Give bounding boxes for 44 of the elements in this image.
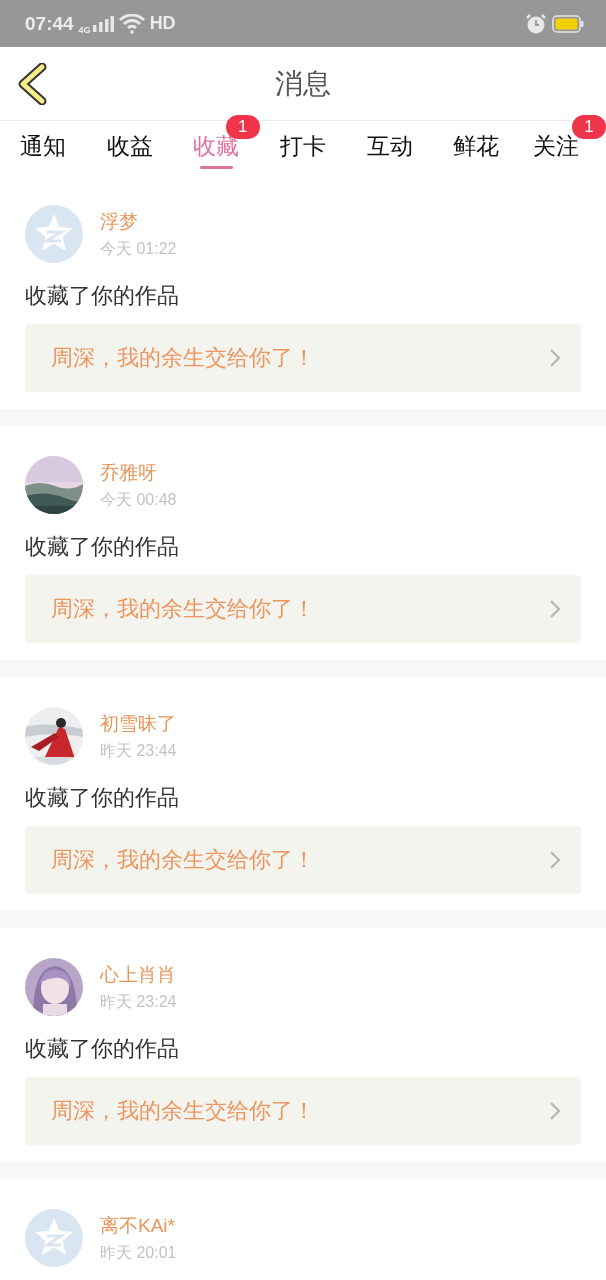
- message-time: 昨天 23:44: [100, 740, 177, 761]
- user-name[interactable]: 心上肖肖: [100, 961, 177, 988]
- tab[interactable]: 通知: [20, 131, 67, 161]
- tab[interactable]: 收益: [106, 131, 153, 161]
- count-badge: 1: [572, 115, 606, 139]
- chevron-right-icon: [549, 850, 561, 870]
- message-text: 收藏了你的作品: [25, 784, 180, 812]
- work-title: 周深，我的余生交给你了！: [51, 344, 315, 372]
- network-type: 4G: [78, 24, 91, 35]
- work-title: 周深，我的余生交给你了！: [51, 595, 315, 623]
- work-title: 周深，我的余生交给你了！: [51, 1097, 315, 1125]
- tab[interactable]: 鲜花: [453, 131, 500, 161]
- user-name[interactable]: 离不KAi*: [100, 1212, 177, 1239]
- message-text: 收藏了你的作品: [25, 1035, 180, 1063]
- message-time: 今天 00:48: [100, 489, 177, 510]
- page-title: 消息: [275, 66, 331, 101]
- user-name[interactable]: 浮梦: [100, 208, 177, 235]
- work-link[interactable]: 周深，我的余生交给你了！: [25, 575, 581, 643]
- wifi-icon: [118, 13, 145, 34]
- status-time: 07:44: [25, 12, 74, 35]
- tab[interactable]: 互动: [366, 131, 413, 161]
- default-avatar-icon: [25, 205, 83, 263]
- message-time: 昨天 23:24: [100, 991, 177, 1012]
- work-link[interactable]: 周深，我的余生交给你了！: [25, 1077, 581, 1145]
- chevron-right-icon: [549, 348, 561, 368]
- tab[interactable]: 打卡: [280, 131, 326, 161]
- back-button[interactable]: [17, 63, 47, 105]
- user-name[interactable]: 初雪昧了: [100, 710, 177, 737]
- wifi-label: HD: [149, 13, 176, 34]
- default-avatar-icon: [25, 1209, 83, 1267]
- signal-icon: [91, 14, 114, 33]
- message-text: 收藏了你的作品: [25, 533, 180, 561]
- message-time: 今天 01:22: [100, 238, 177, 259]
- message-text: 收藏了你的作品: [25, 282, 180, 310]
- battery-icon: [552, 14, 584, 33]
- message-time: 昨天 20:01: [100, 1242, 177, 1263]
- tab-indicator: [199, 166, 233, 169]
- user-name[interactable]: 乔雅呀: [100, 459, 177, 486]
- work-link[interactable]: 周深，我的余生交给你了！: [25, 826, 581, 894]
- chevron-right-icon: [549, 1101, 561, 1121]
- alarm-icon: [525, 12, 547, 35]
- work-title: 周深，我的余生交给你了！: [51, 846, 315, 874]
- work-link[interactable]: 周深，我的余生交给你了！: [25, 324, 581, 392]
- chevron-right-icon: [549, 599, 561, 619]
